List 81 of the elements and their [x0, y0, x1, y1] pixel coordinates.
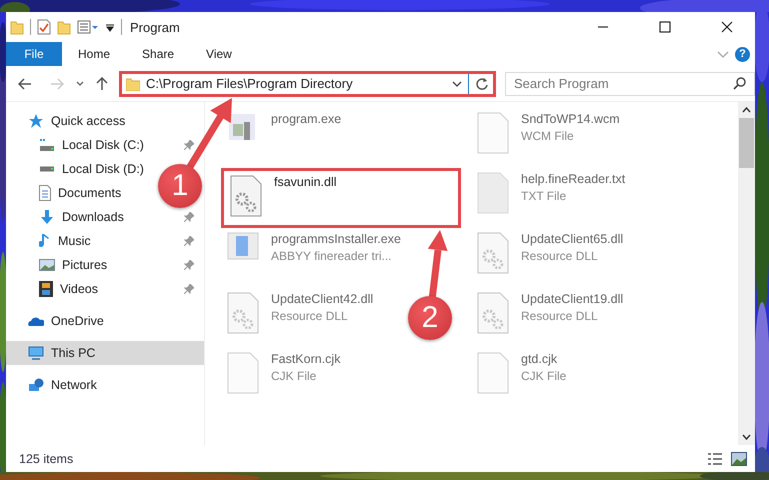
chevron-down-icon[interactable]: [452, 80, 462, 88]
close-icon: [721, 21, 733, 33]
pin-icon[interactable]: [184, 140, 194, 150]
file-name[interactable]: programmsInstaller.exe: [271, 232, 401, 246]
up-arrow-icon[interactable]: [96, 76, 108, 90]
file-icon[interactable]: [477, 352, 509, 394]
drive-icon: [39, 166, 55, 172]
sidebar-item[interactable]: Downloads: [39, 205, 128, 229]
help-button[interactable]: ?: [735, 46, 750, 62]
sidebar-item[interactable]: Pictures: [39, 253, 112, 277]
maximize-icon: [659, 21, 671, 33]
sidebar-item[interactable]: Music: [39, 229, 95, 253]
file-icon[interactable]: [227, 352, 259, 394]
back-arrow-icon[interactable]: [18, 78, 32, 90]
file-name[interactable]: UpdateClient65.dll: [521, 232, 624, 246]
pin-icon[interactable]: [184, 260, 194, 270]
file-icon[interactable]: [477, 112, 509, 154]
folder-icon: [126, 76, 140, 90]
sidebar-item[interactable]: Local Disk (C:): [39, 133, 148, 157]
tiles-view-icon[interactable]: [731, 452, 747, 466]
file-name[interactable]: gtd.cjk: [521, 352, 566, 366]
folder-icon[interactable]: [10, 19, 24, 35]
image-icon: [39, 259, 55, 271]
document-icon: [39, 185, 51, 201]
sidebar-item[interactable]: Local Disk (D:): [39, 157, 148, 181]
forward-arrow-icon[interactable]: [50, 78, 64, 90]
pin-icon[interactable]: [184, 212, 194, 222]
ribbon-tab[interactable]: Share: [126, 42, 190, 66]
file-type: Resource DLL: [521, 249, 599, 263]
properties-icon[interactable]: [77, 19, 99, 35]
details-view-icon[interactable]: [707, 452, 723, 466]
chevron-down-icon[interactable]: [76, 80, 84, 86]
file-name[interactable]: help.fineReader.txt: [521, 172, 626, 186]
address-path[interactable]: C:\Program Files\Program Directory: [146, 76, 446, 91]
file-name[interactable]: UpdateClient19.dll: [521, 292, 624, 306]
gear-file-icon[interactable]: [227, 292, 259, 334]
file-menu-button[interactable]: File: [6, 42, 62, 66]
window-title: Program: [130, 20, 180, 34]
file-type: ABBYY finereader tri...: [271, 249, 393, 263]
checklist-icon[interactable]: [37, 19, 51, 35]
film-icon: [39, 281, 53, 297]
item-count: 125 items: [19, 452, 74, 466]
search-field[interactable]: Search Program: [505, 72, 755, 96]
sidebar-item[interactable]: This PC: [6, 341, 204, 365]
ribbon-tab[interactable]: Home: [62, 42, 126, 66]
music-note-icon: [39, 233, 51, 249]
sidebar-item[interactable]: Network: [6, 373, 101, 397]
file-type: WCM File: [521, 129, 575, 143]
address-bar[interactable]: C:\Program Files\Program Directory: [119, 70, 496, 96]
scrollbar[interactable]: [738, 102, 755, 445]
file-type: CJK File: [521, 369, 566, 383]
search-icon: [733, 76, 746, 90]
file-type: TXT File: [521, 189, 568, 203]
gear-file-icon[interactable]: [230, 175, 262, 217]
network-icon: [28, 378, 44, 392]
file-name[interactable]: UpdateClient42.dll: [271, 292, 374, 306]
file-name[interactable]: fsavunin.dll: [274, 175, 337, 189]
sidebar-item[interactable]: Quick access: [6, 109, 130, 133]
file-name[interactable]: FastKorn.cjk: [271, 352, 340, 366]
file-type: Resource DLL: [271, 309, 349, 323]
gear-file-icon[interactable]: [477, 292, 509, 334]
pin-icon[interactable]: [184, 236, 194, 246]
down-arrow-icon: [39, 209, 55, 225]
file-name[interactable]: program.exe: [271, 112, 342, 126]
folder-icon[interactable]: [57, 19, 71, 35]
file-type: CJK File: [271, 369, 318, 383]
file-name[interactable]: SndToWP14.wcm: [521, 112, 620, 126]
sidebar-item[interactable]: Videos: [39, 277, 102, 301]
cloud-icon: [28, 315, 44, 327]
sidebar-item[interactable]: OneDrive: [6, 309, 108, 333]
monitor-icon: [28, 346, 44, 360]
sidebar-item[interactable]: Documents: [39, 181, 126, 205]
installer-icon[interactable]: [227, 232, 259, 260]
scrollbar-thumb[interactable]: [739, 118, 754, 168]
file-type: Resource DLL: [521, 309, 599, 323]
refresh-icon[interactable]: [475, 76, 489, 90]
pin-icon[interactable]: [184, 284, 194, 294]
gear-file-icon[interactable]: [477, 232, 509, 274]
ribbon-tab[interactable]: View: [190, 42, 248, 66]
drive-icon: [39, 138, 55, 152]
star-icon: [28, 113, 44, 129]
